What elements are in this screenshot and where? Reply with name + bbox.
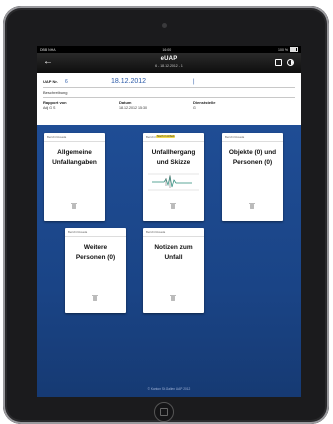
- text-cursor: |: [193, 78, 195, 85]
- trash-icon[interactable]: [170, 202, 176, 209]
- card-title-line: Personen (0): [232, 159, 273, 166]
- carrier-label: DBB NHA: [40, 47, 56, 52]
- card-title-line: Personen (0): [75, 254, 116, 261]
- card-title-line: Unfall: [164, 254, 183, 261]
- uap-number-label: UAP Nr.: [43, 79, 58, 84]
- card-title-line: Notizen zum: [154, 244, 193, 251]
- report-by-value[interactable]: Adj G S: [43, 106, 119, 111]
- card-general-accident-info[interactable]: Bericht Rosada Allgemeine Unfallangaben: [44, 133, 105, 221]
- trash-icon[interactable]: [249, 202, 255, 209]
- uap-row: UAP Nr. 6 18.12.2012 |: [43, 76, 295, 88]
- report-header-form: UAP Nr. 6 18.12.2012 | Beschreibung Rapp…: [37, 73, 301, 125]
- cards-area: Bericht Rosada Allgemeine Unfallangaben …: [37, 125, 301, 397]
- home-button[interactable]: [154, 402, 174, 422]
- camera-icon: [162, 23, 167, 28]
- trash-icon[interactable]: [71, 202, 77, 209]
- app-title: eUAP: [160, 56, 178, 62]
- card-title-line: Allgemeine: [57, 149, 92, 156]
- description-label: Beschreibung: [43, 90, 68, 95]
- card-objects-persons[interactable]: Bericht Rosada Objekte (0) und Personen …: [222, 133, 283, 221]
- battery-icon: [289, 47, 298, 52]
- card-header: Bericht Rosada: [44, 133, 105, 142]
- app-screen: DBB NHA 16:00 100 % ← eUAP 6 - 18.12.201…: [37, 46, 301, 397]
- card-title-line: Objekte (0) und: [228, 149, 277, 156]
- card-other-persons[interactable]: Bericht Rosada Weitere Personen (0): [65, 228, 126, 313]
- uap-date-field[interactable]: 18.12.2012: [111, 78, 193, 85]
- battery-percent: 100 %: [278, 47, 288, 52]
- card-header: Bericht Rosada: [65, 228, 126, 237]
- edit-icon[interactable]: [275, 59, 282, 66]
- date-value[interactable]: 18.12.2012 15:30: [119, 106, 193, 111]
- card-title-line: und Skizze: [156, 159, 191, 166]
- uap-number-field[interactable]: 6: [65, 79, 111, 85]
- app-subtitle: 6 - 18.12.2012 - 1: [155, 64, 183, 68]
- status-badge: Noch in Arbeit: [156, 133, 176, 139]
- card-title-line: Weitere: [83, 244, 108, 251]
- description-field[interactable]: Beschreibung: [43, 88, 295, 98]
- contrast-icon[interactable]: [287, 59, 294, 66]
- card-accident-notes[interactable]: Bericht Rosada Notizen zum Unfall: [143, 228, 204, 313]
- sketch-preview-icon: [148, 173, 199, 191]
- status-bar: DBB NHA 16:00 100 %: [37, 46, 301, 53]
- copyright-footer: © Kanton St.Gallen UAP 2012: [147, 387, 191, 391]
- card-title-line: Unfallhergang: [151, 149, 196, 156]
- card-header: Bericht Rosada: [222, 133, 283, 142]
- clock: 16:00: [162, 47, 172, 52]
- trash-icon[interactable]: [92, 294, 98, 301]
- office-value[interactable]: G: [193, 106, 253, 111]
- navigation-bar: ← eUAP 6 - 18.12.2012 - 1: [37, 53, 301, 73]
- meta-row: Rapport von Adj G S Datum 18.12.2012 15:…: [43, 100, 295, 111]
- card-title-line: Unfallangaben: [52, 159, 97, 166]
- trash-icon[interactable]: [170, 294, 176, 301]
- ipad-frame: DBB NHA 16:00 100 % ← eUAP 6 - 18.12.201…: [3, 6, 329, 424]
- card-accident-sketch[interactable]: Bericht Rosada Noch in Arbeit Unfallherg…: [143, 133, 204, 221]
- card-header: Bericht Rosada: [143, 228, 204, 237]
